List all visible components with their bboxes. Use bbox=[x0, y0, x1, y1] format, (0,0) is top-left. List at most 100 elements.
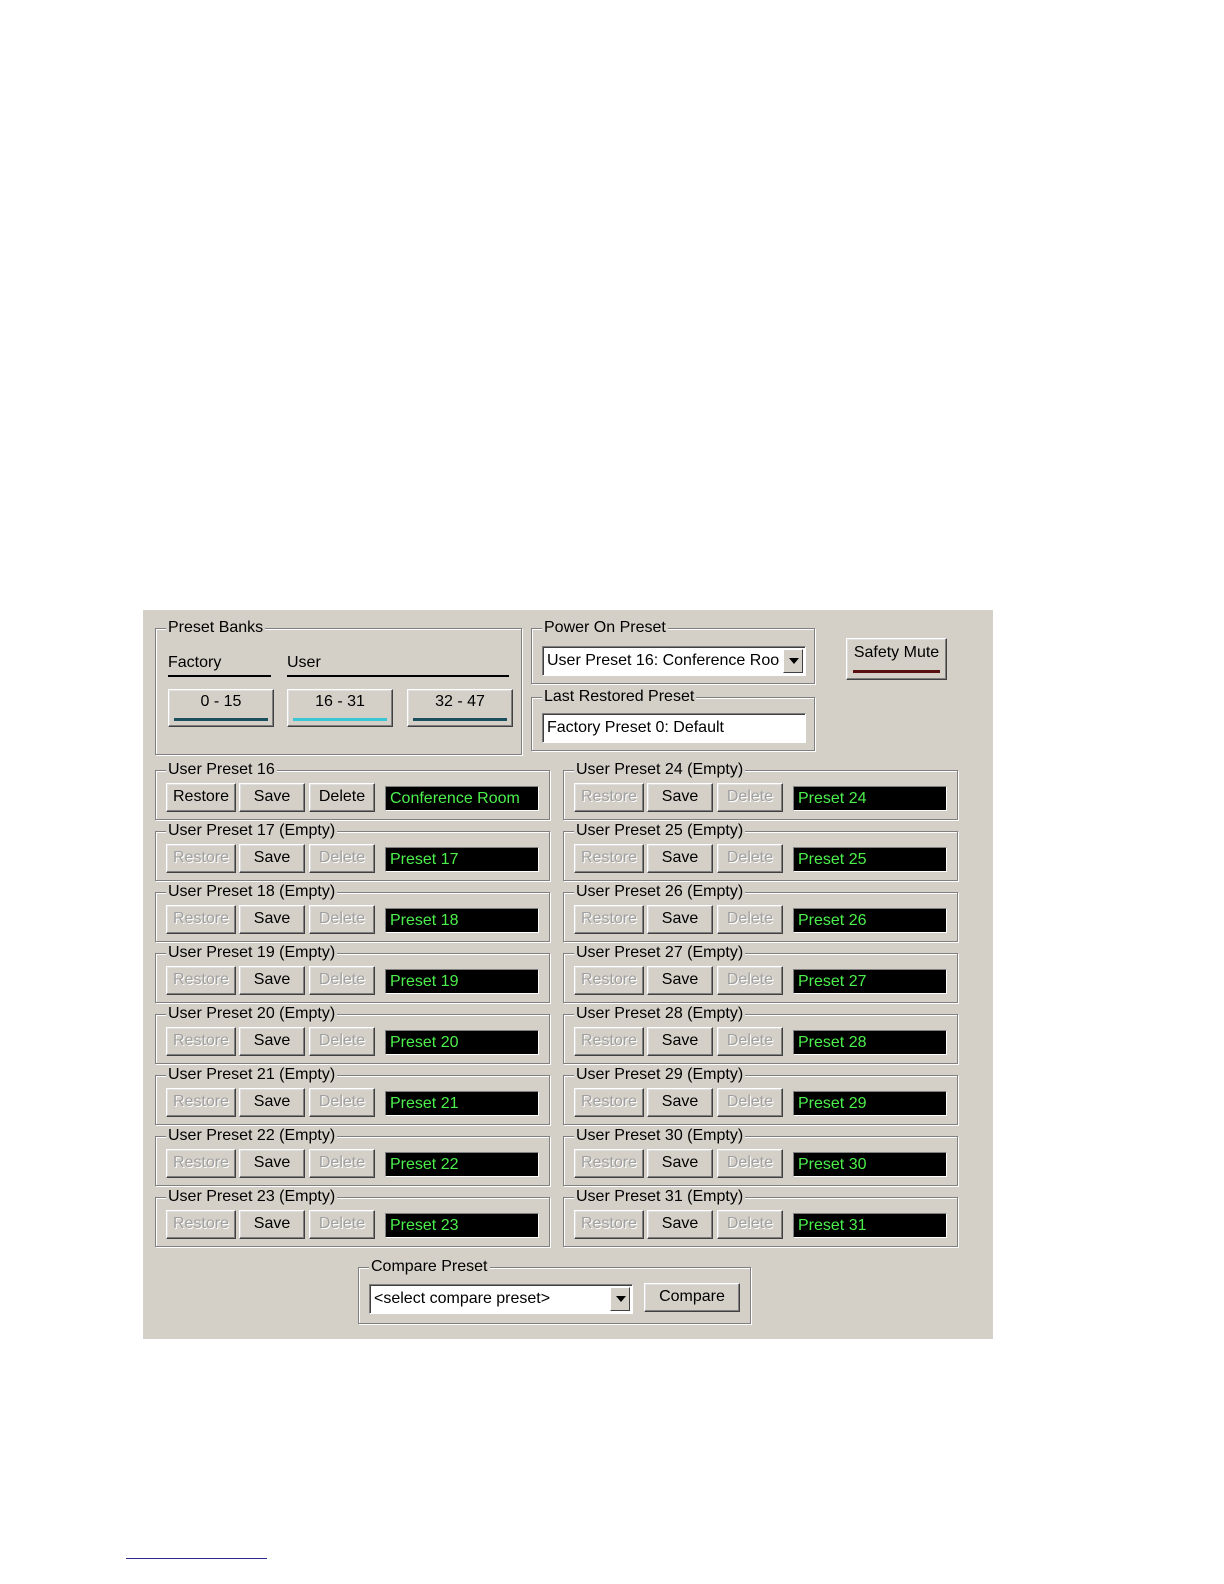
safety-mute-button[interactable]: Safety Mute bbox=[846, 638, 947, 680]
preset-name-field[interactable]: Preset 27 bbox=[793, 969, 947, 994]
save-button[interactable]: Save bbox=[239, 966, 305, 995]
preset-name-field[interactable]: Preset 31 bbox=[793, 1213, 947, 1238]
preset-row: User Preset 18 (Empty) Restore Save Delete P… bbox=[155, 882, 550, 942]
save-button[interactable]: Save bbox=[647, 966, 713, 995]
preset-row: User Preset 21 (Empty) Restore Save Delete P… bbox=[155, 1065, 550, 1125]
restore-button[interactable]: Restore bbox=[166, 1027, 236, 1056]
preset-name-field[interactable]: Preset 17 bbox=[385, 847, 539, 872]
preset-banks-group: Preset Banks Factory User 0 - 15 16 - 31… bbox=[155, 618, 522, 755]
preset-name-field[interactable]: Preset 29 bbox=[793, 1091, 947, 1116]
save-button[interactable]: Save bbox=[647, 1210, 713, 1239]
preset-row-title: User Preset 23 (Empty) bbox=[166, 1187, 338, 1207]
delete-button[interactable]: Delete bbox=[717, 1210, 783, 1239]
preset-name-field[interactable]: Preset 26 bbox=[793, 908, 947, 933]
preset-row-title: User Preset 30 (Empty) bbox=[574, 1126, 746, 1146]
preset-name-field[interactable]: Preset 28 bbox=[793, 1030, 947, 1055]
save-button[interactable]: Save bbox=[239, 1088, 305, 1117]
factory-label: Factory bbox=[168, 653, 271, 677]
preset-row: User Preset 20 (Empty) Restore Save Delete P… bbox=[155, 1004, 550, 1064]
preset-name-field[interactable]: Preset 19 bbox=[385, 969, 539, 994]
compare-preset-legend: Compare Preset bbox=[369, 1257, 490, 1277]
restore-button[interactable]: Restore bbox=[166, 844, 236, 873]
save-button[interactable]: Save bbox=[647, 783, 713, 812]
power-on-preset-select[interactable]: User Preset 16: Conference Roo bbox=[542, 646, 806, 676]
preset-row: User Preset 27 (Empty) Restore Save Delete P… bbox=[563, 943, 958, 1003]
compare-preset-select[interactable]: <select compare preset> bbox=[369, 1284, 633, 1314]
preset-row-title: User Preset 21 (Empty) bbox=[166, 1065, 338, 1085]
restore-button[interactable]: Restore bbox=[574, 1149, 644, 1178]
delete-button[interactable]: Delete bbox=[309, 905, 375, 934]
restore-button[interactable]: Restore bbox=[166, 966, 236, 995]
save-button[interactable]: Save bbox=[647, 1149, 713, 1178]
preset-row: User Preset 31 (Empty) Restore Save Delete P… bbox=[563, 1187, 958, 1247]
delete-button[interactable]: Delete bbox=[717, 844, 783, 873]
delete-button[interactable]: Delete bbox=[717, 1027, 783, 1056]
delete-button[interactable]: Delete bbox=[309, 783, 375, 812]
delete-button[interactable]: Delete bbox=[309, 1210, 375, 1239]
bank-button-16-31[interactable]: 16 - 31 bbox=[287, 689, 393, 727]
preset-row-title: User Preset 31 (Empty) bbox=[574, 1187, 746, 1207]
bank-button-label: 16 - 31 bbox=[315, 693, 365, 710]
save-button[interactable]: Save bbox=[239, 1210, 305, 1239]
restore-button[interactable]: Restore bbox=[574, 844, 644, 873]
bank-button-0-15[interactable]: 0 - 15 bbox=[168, 689, 274, 727]
preset-name-field[interactable]: Preset 20 bbox=[385, 1030, 539, 1055]
delete-button[interactable]: Delete bbox=[309, 1149, 375, 1178]
preset-name-field[interactable]: Preset 25 bbox=[793, 847, 947, 872]
delete-button[interactable]: Delete bbox=[717, 783, 783, 812]
compare-button[interactable]: Compare bbox=[644, 1283, 740, 1312]
chevron-down-icon[interactable] bbox=[610, 1287, 630, 1311]
compare-preset-group: Compare Preset <select compare preset> C… bbox=[358, 1257, 751, 1324]
preset-row-title: User Preset 29 (Empty) bbox=[574, 1065, 746, 1085]
preset-row-title: User Preset 22 (Empty) bbox=[166, 1126, 338, 1146]
delete-button[interactable]: Delete bbox=[717, 1149, 783, 1178]
preset-row: User Preset 16 Restore Save Delete Conferenc… bbox=[155, 760, 550, 820]
restore-button[interactable]: Restore bbox=[574, 905, 644, 934]
preset-banks-legend: Preset Banks bbox=[166, 618, 266, 638]
delete-button[interactable]: Delete bbox=[309, 1027, 375, 1056]
save-button[interactable]: Save bbox=[239, 844, 305, 873]
save-button[interactable]: Save bbox=[647, 1088, 713, 1117]
restore-button[interactable]: Restore bbox=[166, 1210, 236, 1239]
preset-row: User Preset 28 (Empty) Restore Save Delete P… bbox=[563, 1004, 958, 1064]
preset-name-field[interactable]: Preset 24 bbox=[793, 786, 947, 811]
restore-button[interactable]: Restore bbox=[166, 1149, 236, 1178]
save-button[interactable]: Save bbox=[239, 1027, 305, 1056]
bank-indicator bbox=[293, 718, 387, 721]
save-button[interactable]: Save bbox=[239, 783, 305, 812]
delete-button[interactable]: Delete bbox=[309, 844, 375, 873]
preset-name-field[interactable]: Preset 30 bbox=[793, 1152, 947, 1177]
delete-button[interactable]: Delete bbox=[309, 966, 375, 995]
restore-button[interactable]: Restore bbox=[574, 1027, 644, 1056]
preset-row: User Preset 17 (Empty) Restore Save Delete P… bbox=[155, 821, 550, 881]
preset-name-field[interactable]: Preset 23 bbox=[385, 1213, 539, 1238]
restore-button[interactable]: Restore bbox=[166, 905, 236, 934]
restore-button[interactable]: Restore bbox=[574, 783, 644, 812]
bank-button-32-47[interactable]: 32 - 47 bbox=[407, 689, 513, 727]
restore-button[interactable]: Restore bbox=[574, 966, 644, 995]
save-button[interactable]: Save bbox=[647, 844, 713, 873]
save-button[interactable]: Save bbox=[647, 905, 713, 934]
restore-button[interactable]: Restore bbox=[166, 783, 236, 812]
preset-name-field[interactable]: Conference Room bbox=[385, 786, 539, 811]
preset-row: User Preset 26 (Empty) Restore Save Delete P… bbox=[563, 882, 958, 942]
preset-name-field[interactable]: Preset 21 bbox=[385, 1091, 539, 1116]
delete-button[interactable]: Delete bbox=[309, 1088, 375, 1117]
restore-button[interactable]: Restore bbox=[166, 1088, 236, 1117]
restore-button[interactable]: Restore bbox=[574, 1210, 644, 1239]
preset-row: User Preset 29 (Empty) Restore Save Delete P… bbox=[563, 1065, 958, 1125]
preset-name-field[interactable]: Preset 18 bbox=[385, 908, 539, 933]
delete-button[interactable]: Delete bbox=[717, 905, 783, 934]
save-button[interactable]: Save bbox=[239, 905, 305, 934]
chevron-down-icon[interactable] bbox=[783, 649, 803, 673]
mute-indicator bbox=[853, 670, 940, 673]
delete-button[interactable]: Delete bbox=[717, 1088, 783, 1117]
save-button[interactable]: Save bbox=[647, 1027, 713, 1056]
preset-row-title: User Preset 16 bbox=[166, 760, 277, 780]
last-restored-preset-field: Factory Preset 0: Default bbox=[542, 713, 806, 743]
save-button[interactable]: Save bbox=[239, 1149, 305, 1178]
preset-name-field[interactable]: Preset 22 bbox=[385, 1152, 539, 1177]
last-restored-preset-group: Last Restored Preset Factory Preset 0: D… bbox=[531, 687, 815, 751]
restore-button[interactable]: Restore bbox=[574, 1088, 644, 1117]
delete-button[interactable]: Delete bbox=[717, 966, 783, 995]
